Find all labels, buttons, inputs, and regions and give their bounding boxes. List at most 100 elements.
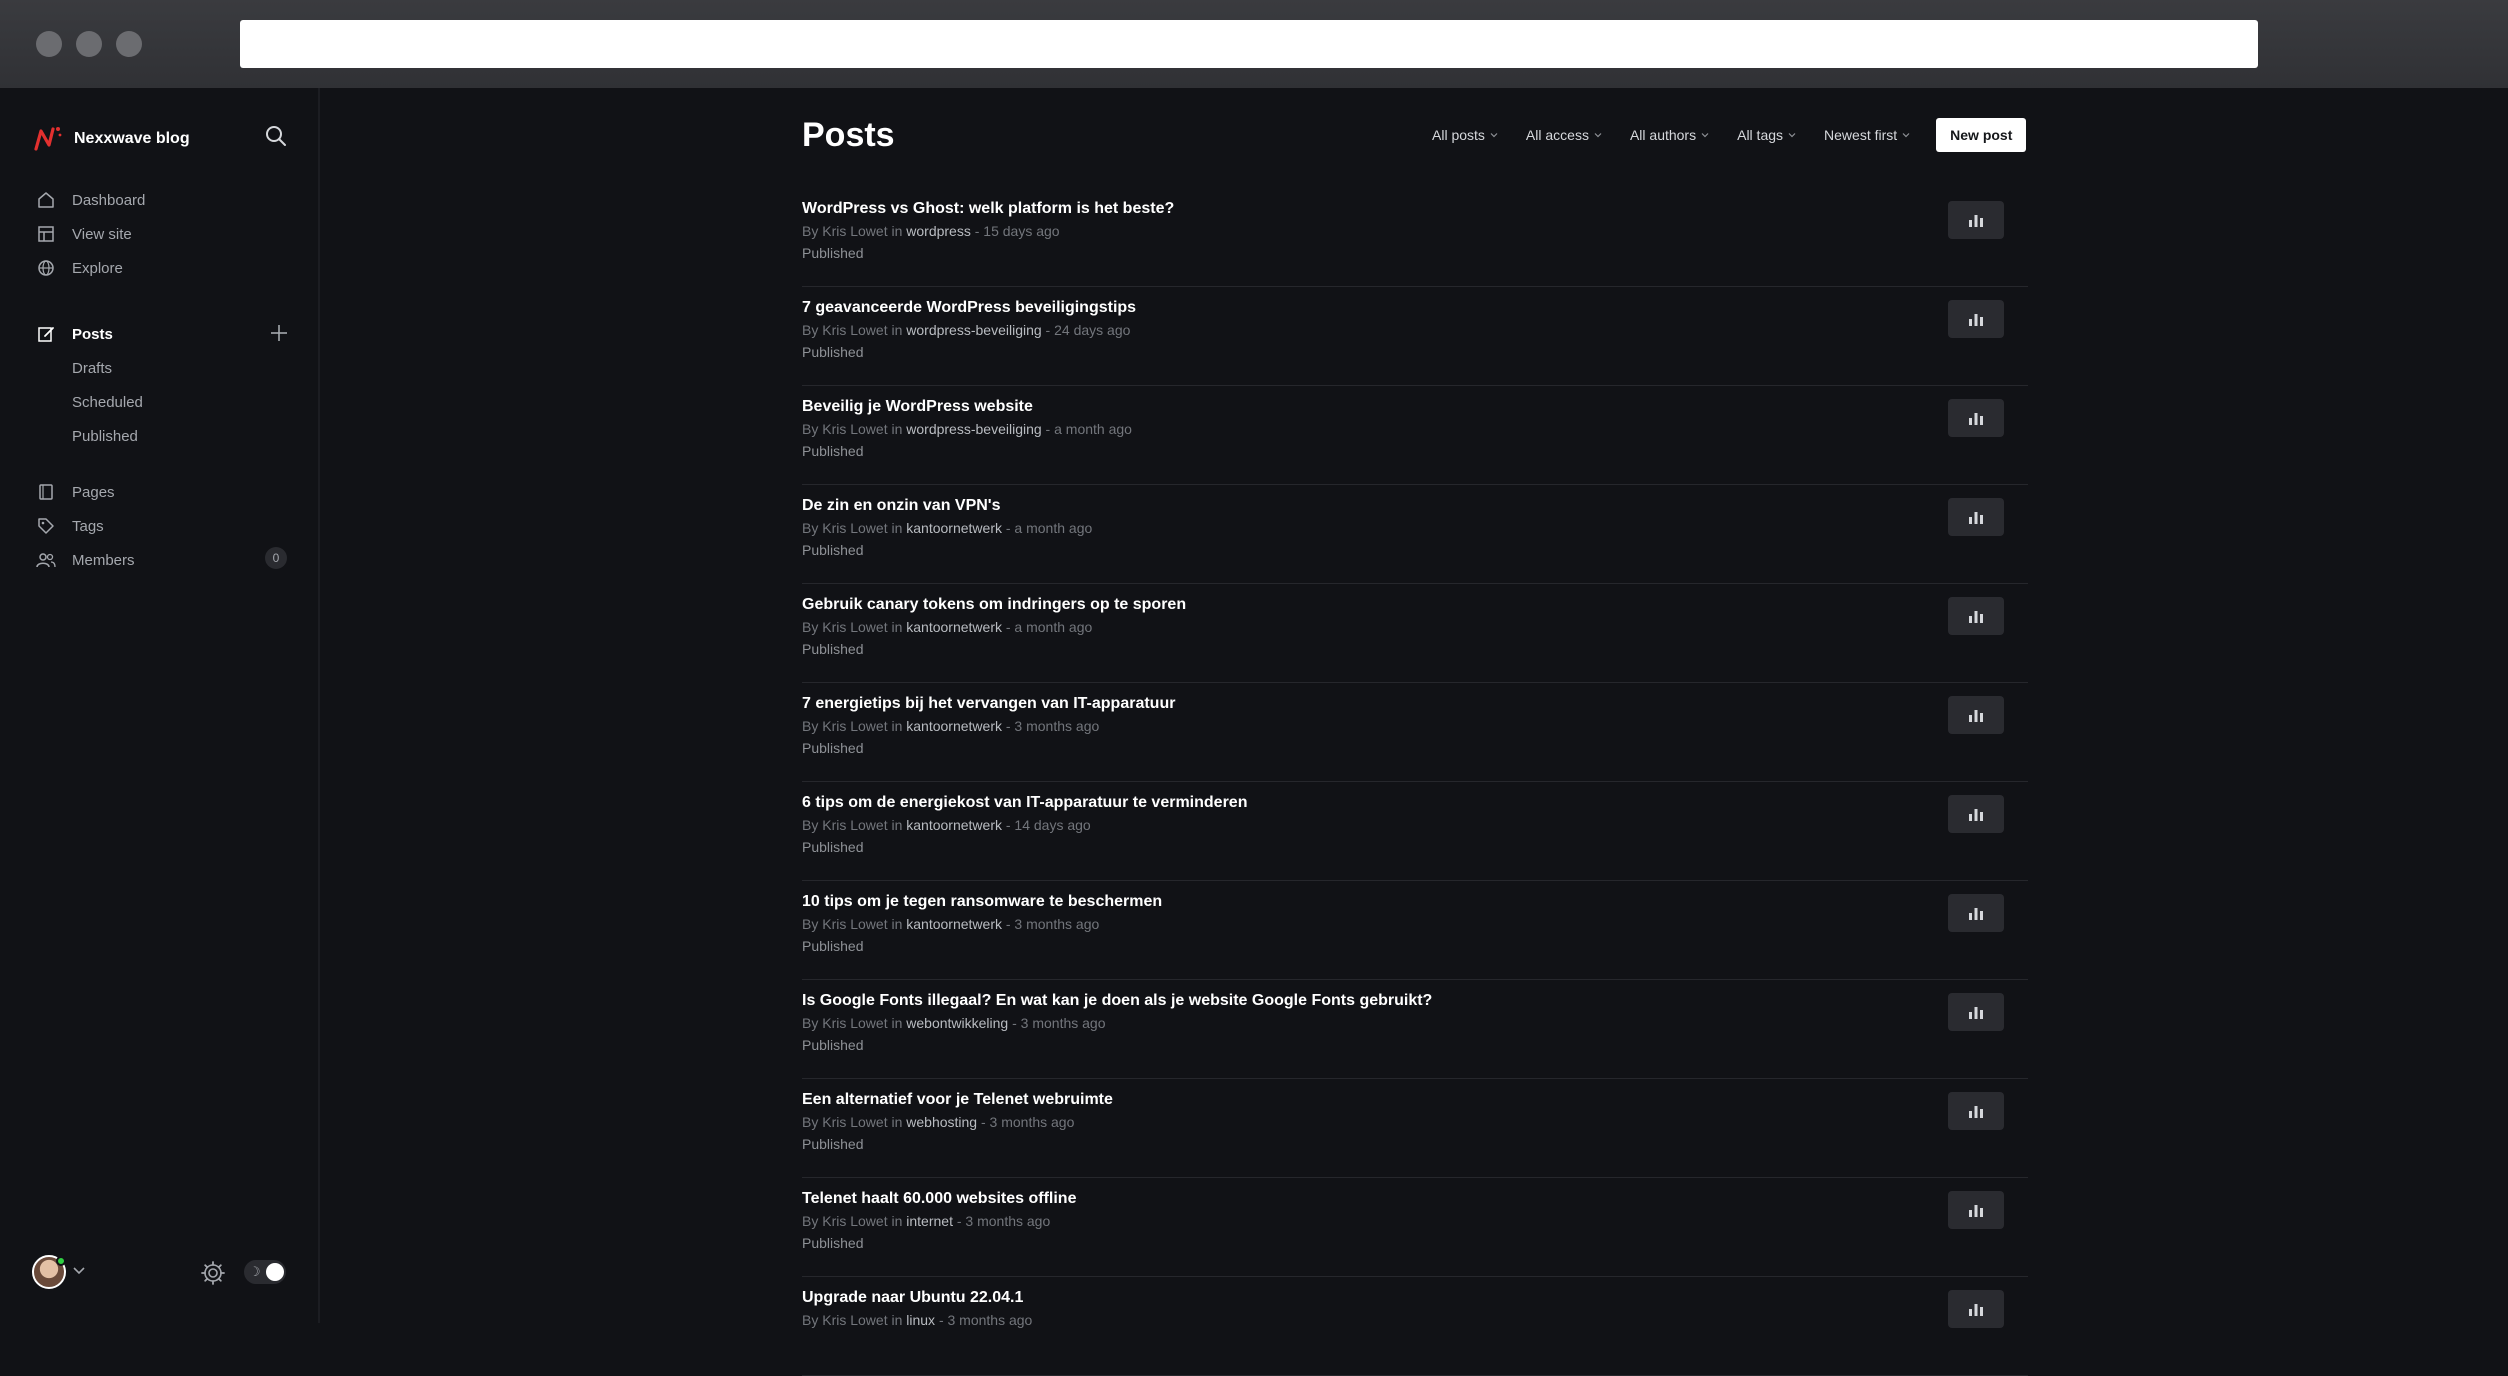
post-tag[interactable]: wordpress-beveiliging [906, 421, 1041, 437]
post-analytics-button[interactable] [1948, 201, 2004, 239]
filter-type-label: All posts [1432, 127, 1485, 143]
post-title[interactable]: Gebruik canary tokens om indringers op t… [802, 596, 1186, 614]
brand[interactable]: Nexxwave blog [32, 118, 190, 160]
filter-access-label: All access [1525, 127, 1589, 143]
chevron-down-icon [1902, 133, 1910, 138]
post-analytics-button[interactable] [1948, 597, 2004, 635]
post-analytics-button[interactable] [1948, 795, 2004, 833]
nav-members-label: Members [72, 551, 135, 569]
post-title[interactable]: De zin en onzin van VPN's [802, 497, 1001, 515]
post-tag[interactable]: kantoornetwerk [906, 817, 1002, 833]
search-icon [266, 126, 286, 146]
post-analytics-button[interactable] [1948, 1290, 2004, 1328]
post-analytics-button[interactable] [1948, 300, 2004, 338]
post-analytics-button[interactable] [1948, 894, 2004, 932]
nav-view-site[interactable]: View site [36, 218, 132, 250]
address-bar[interactable] [240, 20, 2258, 68]
post-row[interactable]: 7 energietips bij het vervangen van IT-a… [802, 683, 2028, 782]
post-tag[interactable]: wordpress [906, 223, 971, 239]
search-button[interactable] [264, 124, 288, 148]
nav-tags[interactable]: Tags [36, 510, 104, 542]
post-analytics-button[interactable] [1948, 399, 2004, 437]
settings-button[interactable] [200, 1260, 226, 1286]
post-meta: By Kris Lowet in wordpress - 15 days ago [802, 223, 1060, 239]
window-minimize-button[interactable] [76, 31, 102, 57]
post-author: By Kris Lowet in [802, 718, 907, 734]
post-row[interactable]: 10 tips om je tegen ransomware te besche… [802, 881, 2028, 980]
post-row[interactable]: Telenet haalt 60.000 websites offline By … [802, 1178, 2028, 1277]
post-row[interactable]: 6 tips om de energiekost van IT-apparatu… [802, 782, 2028, 881]
post-title[interactable]: Een alternatief voor je Telenet webruimt… [802, 1091, 1113, 1109]
post-title[interactable]: Is Google Fonts illegaal? En wat kan je … [802, 992, 1432, 1010]
tag-icon [38, 518, 54, 534]
post-analytics-button[interactable] [1948, 993, 2004, 1031]
post-tag[interactable]: webontwikkeling [906, 1015, 1008, 1031]
nav-drafts[interactable]: Drafts [72, 353, 112, 383]
filter-access[interactable]: All access [1526, 127, 1602, 143]
post-tag[interactable]: kantoornetwerk [906, 520, 1002, 536]
user-menu-chevron[interactable] [72, 1264, 86, 1278]
post-title[interactable]: 6 tips om de energiekost van IT-apparatu… [802, 794, 1247, 812]
brand-name: Nexxwave blog [74, 130, 190, 147]
globe-icon [38, 260, 54, 276]
post-title[interactable]: 7 energietips bij het vervangen van IT-a… [802, 695, 1175, 713]
post-author: By Kris Lowet in [802, 817, 907, 833]
post-title[interactable]: WordPress vs Ghost: welk platform is het… [802, 200, 1174, 218]
nav-pages[interactable]: Pages [36, 476, 115, 508]
post-tag[interactable]: kantoornetwerk [906, 718, 1002, 734]
post-analytics-button[interactable] [1948, 1092, 2004, 1130]
post-time: - 24 days ago [1041, 322, 1131, 338]
window-close-button[interactable] [36, 31, 62, 57]
post-tag[interactable]: wordpress-beveiliging [906, 322, 1041, 338]
post-title[interactable]: 10 tips om je tegen ransomware te besche… [802, 893, 1162, 911]
post-row[interactable]: WordPress vs Ghost: welk platform is het… [802, 188, 2028, 287]
nav-explore-label: Explore [72, 259, 123, 277]
post-title[interactable]: Beveilig je WordPress website [802, 398, 1033, 416]
post-meta: By Kris Lowet in wordpress-beveiliging -… [802, 421, 1132, 437]
post-time: - 3 months ago [1001, 718, 1100, 734]
post-title[interactable]: Telenet haalt 60.000 websites offline [802, 1190, 1076, 1208]
post-meta: By Kris Lowet in kantoornetwerk - 3 mont… [802, 718, 1099, 734]
post-row[interactable]: Is Google Fonts illegaal? En wat kan je … [802, 980, 2028, 1079]
post-status: Published [802, 443, 864, 459]
browser-titlebar [0, 0, 2508, 88]
nav-posts[interactable]: Posts [36, 318, 113, 350]
chevron-down-icon [73, 1267, 85, 1275]
new-post-button[interactable]: New post [1936, 118, 2027, 152]
post-row[interactable]: Een alternatief voor je Telenet webruimt… [802, 1079, 2028, 1178]
post-row[interactable]: De zin en onzin van VPN's By Kris Lowet i… [802, 485, 2028, 584]
post-row[interactable]: Beveilig je WordPress website By Kris Low… [802, 386, 2028, 485]
bar-chart-icon [1969, 314, 1983, 326]
nav-scheduled[interactable]: Scheduled [72, 387, 143, 417]
filter-tags[interactable]: All tags [1737, 127, 1796, 143]
post-tag[interactable]: linux [906, 1312, 935, 1328]
nav-published[interactable]: Published [72, 421, 138, 451]
post-tag[interactable]: internet [906, 1213, 953, 1229]
nav-members[interactable]: Members [36, 544, 135, 576]
post-row[interactable]: Gebruik canary tokens om indringers op t… [802, 584, 2028, 683]
layout-icon [38, 226, 54, 242]
window-maximize-button[interactable] [116, 31, 142, 57]
filter-sort[interactable]: Newest first [1824, 127, 1910, 143]
post-analytics-button[interactable] [1948, 1191, 2004, 1229]
post-row[interactable]: Upgrade naar Ubuntu 22.04.1 By Kris Lowet… [802, 1277, 2028, 1376]
post-author: By Kris Lowet in [802, 1114, 907, 1130]
nav-dashboard[interactable]: Dashboard [36, 184, 145, 216]
post-tag[interactable]: kantoornetwerk [906, 916, 1002, 932]
nav-explore[interactable]: Explore [36, 252, 123, 284]
post-row[interactable]: 7 geavanceerde WordPress beveiligingstip… [802, 287, 2028, 386]
new-post-plus-button[interactable] [268, 322, 290, 344]
post-tag[interactable]: kantoornetwerk [906, 619, 1002, 635]
theme-toggle[interactable]: ☽ [244, 1260, 286, 1284]
filter-type[interactable]: All posts [1432, 127, 1498, 143]
theme-toggle-knob [266, 1263, 284, 1281]
page-icon [39, 484, 53, 500]
members-count-badge: 0 [265, 547, 287, 569]
post-title[interactable]: 7 geavanceerde WordPress beveiligingstip… [802, 299, 1136, 317]
post-title[interactable]: Upgrade naar Ubuntu 22.04.1 [802, 1289, 1023, 1307]
post-tag[interactable]: webhosting [906, 1114, 977, 1130]
post-author: By Kris Lowet in [802, 916, 907, 932]
post-analytics-button[interactable] [1948, 696, 2004, 734]
post-analytics-button[interactable] [1948, 498, 2004, 536]
filter-authors[interactable]: All authors [1630, 127, 1709, 143]
